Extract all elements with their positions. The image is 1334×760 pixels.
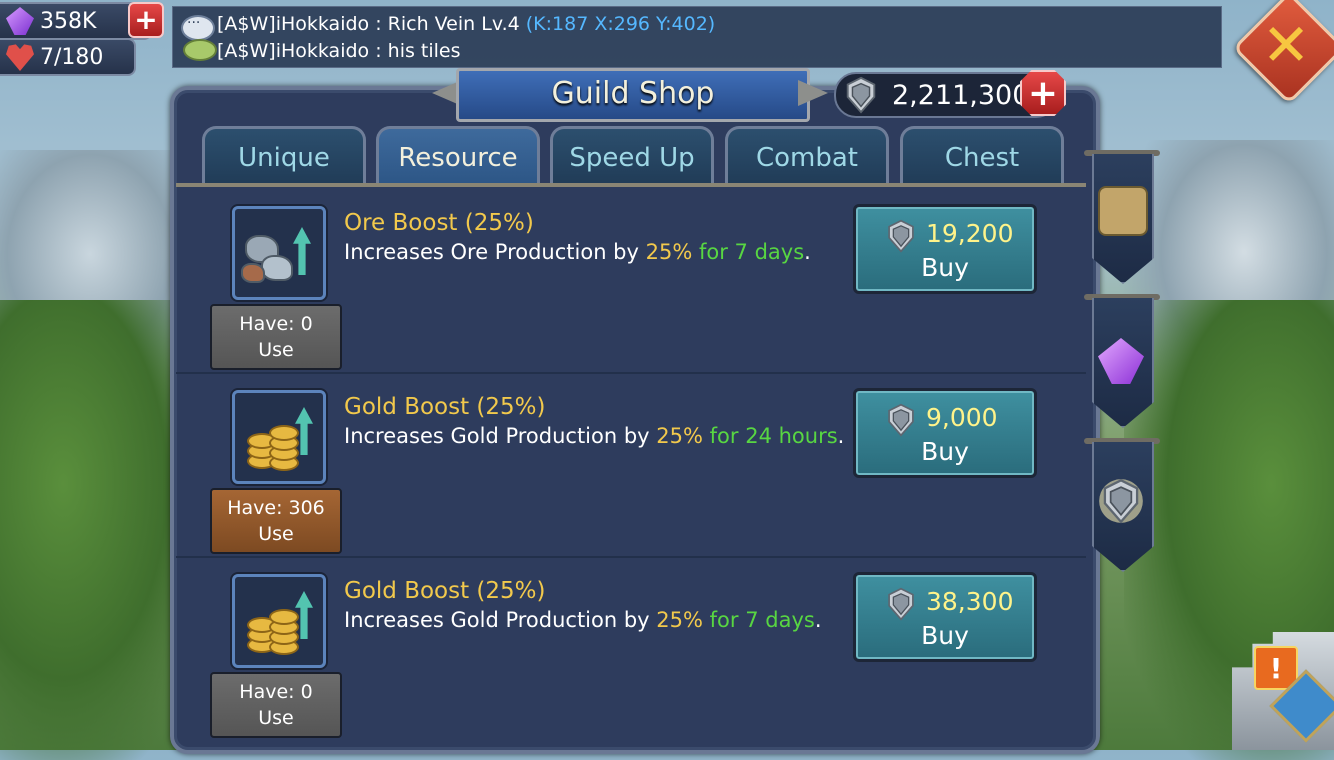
- tab-unique[interactable]: Unique: [202, 126, 366, 187]
- use-label: Use: [258, 339, 294, 361]
- list-item: Have: 0 Use Ore Boost (25%) Increases Or…: [176, 188, 1086, 374]
- close-icon[interactable]: ✕: [1249, 8, 1323, 82]
- use-item-button[interactable]: Have: 306 Use: [210, 488, 342, 554]
- item-price: 9,000: [926, 403, 998, 432]
- title-banner: Guild Shop: [432, 68, 828, 122]
- item-description-end: .: [837, 424, 845, 448]
- item-description-text: Increases Ore Production by: [344, 240, 646, 264]
- item-name: Gold Boost (25%): [344, 394, 546, 420]
- item-description: Increases Ore Production by 25% for 7 da…: [344, 240, 811, 264]
- gem-icon: [6, 7, 34, 35]
- buy-button[interactable]: 38,300 Buy: [853, 572, 1037, 662]
- chat-icon: [181, 15, 217, 61]
- stamina-counter[interactable]: 7/180: [0, 38, 136, 76]
- item-description-text: Increases Gold Production by: [344, 608, 657, 632]
- tab-chest[interactable]: Chest: [900, 126, 1064, 187]
- list-item: Have: 0 Use Gold Boost (25%) Increases G…: [176, 556, 1086, 740]
- guild-coin-icon: [884, 587, 918, 621]
- add-gems-button[interactable]: +: [128, 2, 164, 38]
- ore-boost-icon[interactable]: [232, 206, 326, 300]
- tab-combat[interactable]: Combat: [725, 126, 889, 187]
- gold-boost-icon[interactable]: [232, 574, 326, 668]
- page-title: Guild Shop: [551, 75, 715, 111]
- tab-divider: [176, 183, 1086, 187]
- item-price: 19,200: [926, 219, 1014, 248]
- tab-resource[interactable]: Resource: [376, 126, 540, 187]
- list-item: Have: 306 Use Gold Boost (25%) Increases…: [176, 372, 1086, 558]
- guild-coin-icon: [884, 403, 918, 437]
- guild-coin-icon[interactable]: [1098, 478, 1144, 524]
- guild-coin-value: 2,211,300: [892, 79, 1030, 111]
- item-description-end: .: [814, 608, 822, 632]
- have-count: Have: 306: [227, 497, 325, 519]
- buy-label: Buy: [921, 437, 969, 466]
- item-duration: for 24 hours: [702, 424, 838, 448]
- chat-coordinate-link[interactable]: (K:187 X:296 Y:402): [526, 13, 715, 35]
- gold-boost-icon[interactable]: [232, 390, 326, 484]
- buy-label: Buy: [921, 253, 969, 282]
- gems-value: 358K: [40, 8, 97, 34]
- item-description-end: .: [804, 240, 811, 264]
- item-description-text: Increases Gold Production by: [344, 424, 657, 448]
- buy-label: Buy: [921, 621, 969, 650]
- item-duration: for 7 days: [692, 240, 805, 264]
- item-name: Ore Boost (25%): [344, 210, 534, 236]
- item-description: Increases Gold Production by 25% for 7 d…: [344, 608, 822, 632]
- chat-message-2: [A$W]iHokkaido : his tiles: [217, 40, 461, 62]
- bag-icon[interactable]: [1098, 186, 1148, 236]
- item-boost-percent: 25%: [645, 240, 693, 264]
- item-boost-percent: 25%: [656, 424, 703, 448]
- chat-message-1-text: [A$W]iHokkaido : Rich Vein Lv.4: [217, 13, 526, 35]
- use-label: Use: [258, 523, 294, 545]
- heart-icon: [6, 44, 34, 71]
- item-duration: for 7 days: [702, 608, 815, 632]
- shop-tabs: Unique Resource Speed Up Combat Chest: [200, 126, 1064, 187]
- guild-coin-icon: [884, 219, 918, 253]
- have-count: Have: 0: [239, 681, 313, 703]
- have-count: Have: 0: [239, 313, 313, 335]
- buy-button[interactable]: 19,200 Buy: [853, 204, 1037, 294]
- item-price: 38,300: [926, 587, 1014, 616]
- buy-button[interactable]: 9,000 Buy: [853, 388, 1037, 478]
- chat-message-1: [A$W]iHokkaido : Rich Vein Lv.4 (K:187 X…: [217, 13, 715, 35]
- chat-bar[interactable]: [A$W]iHokkaido : Rich Vein Lv.4 (K:187 X…: [172, 6, 1222, 68]
- guild-coin-icon: [842, 76, 880, 114]
- stamina-value: 7/180: [40, 44, 104, 70]
- use-label: Use: [258, 707, 294, 729]
- add-guild-coins-button[interactable]: +: [1020, 70, 1066, 116]
- item-name: Gold Boost (25%): [344, 578, 546, 604]
- use-item-button[interactable]: Have: 0 Use: [210, 672, 342, 738]
- item-boost-percent: 25%: [656, 608, 703, 632]
- tab-speed-up[interactable]: Speed Up: [550, 126, 714, 187]
- item-description: Increases Gold Production by 25% for 24 …: [344, 424, 844, 448]
- use-item-button[interactable]: Have: 0 Use: [210, 304, 342, 370]
